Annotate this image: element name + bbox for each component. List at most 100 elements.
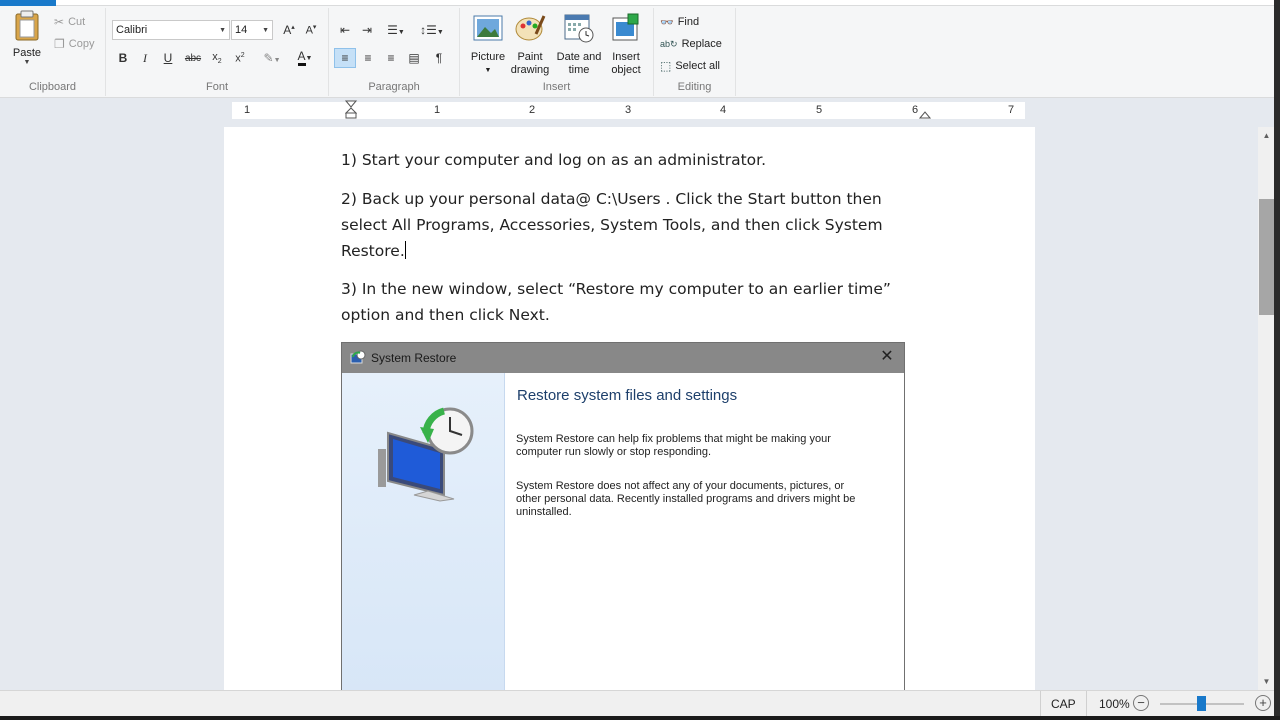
copy-button[interactable]: ❐ Copy <box>54 34 94 54</box>
align-left-button[interactable]: ≡ <box>334 48 356 68</box>
zoom-out-icon[interactable]: − <box>1133 695 1149 711</box>
dialog-description-1: System Restore can help fix problems tha… <box>516 433 831 458</box>
superscript-icon: x2 <box>235 51 245 65</box>
replace-button[interactable]: ab↻ Replace <box>660 34 722 54</box>
ruler-number: 7 <box>1008 104 1015 116</box>
superscript-button[interactable]: x2 <box>229 48 251 68</box>
window-edge <box>1274 0 1280 720</box>
status-divider <box>1086 691 1087 717</box>
date-time-label: Date and time <box>556 51 602 76</box>
strikethrough-button[interactable]: abc <box>182 48 204 68</box>
dialog-description-2: System Restore does not affect any of yo… <box>516 480 856 518</box>
paragraph-step-1[interactable]: 1) Start your computer and log on as an … <box>341 147 901 173</box>
dialog-side-panel <box>342 373 505 690</box>
left-indent-marker-icon[interactable] <box>345 100 357 120</box>
shrink-font-icon: A▾ <box>305 24 317 37</box>
right-indent-marker-icon[interactable] <box>919 110 931 120</box>
text-color-button[interactable]: A ▼ <box>290 48 320 68</box>
subscript-icon: x2 <box>212 50 222 66</box>
select-all-label: Select all <box>675 60 720 72</box>
align-center-icon: ≡ <box>364 51 372 65</box>
paragraph-step-2-text: 2) Back up your personal data@ C:\Users … <box>341 190 883 260</box>
ruler-number: 1 <box>244 104 251 116</box>
scrollbar-thumb[interactable] <box>1259 199 1274 315</box>
insert-object-button[interactable]: Insert object <box>602 10 650 82</box>
ruler-number: 6 <box>912 104 919 116</box>
ruler-number: 4 <box>720 104 727 116</box>
paste-dropdown-icon[interactable]: ▼ <box>6 59 48 66</box>
highlight-color-button[interactable]: ✎▼ <box>256 48 288 68</box>
increase-indent-icon: ⇥ <box>361 23 373 37</box>
paste-icon <box>15 10 39 41</box>
ribbon: Paste ▼ ✂ Cut ❐ Copy Clipboard Calibri ▼… <box>0 0 1274 98</box>
italic-button[interactable]: I <box>134 48 156 68</box>
dialog-titlebar: System Restore ✕ <box>342 343 904 373</box>
underline-button[interactable]: U <box>157 48 179 68</box>
clipboard-group-label: Clipboard <box>28 81 77 93</box>
italic-icon: I <box>143 50 147 65</box>
font-group: Calibri ▼ 14 ▼ A▴ A▾ B I U abc x2 x2 ✎▼ … <box>106 8 329 96</box>
paragraph-step-2[interactable]: 2) Back up your personal data@ C:\Users … <box>341 186 901 264</box>
select-all-button[interactable]: ⬚ Select all <box>660 56 720 76</box>
scroll-up-icon[interactable]: ▲ <box>1258 127 1275 144</box>
date-time-button[interactable]: Date and time <box>553 10 605 82</box>
grow-font-icon: A▴ <box>283 23 295 37</box>
bullets-button[interactable]: ☰▼ <box>381 20 411 40</box>
align-right-icon: ≡ <box>387 51 395 65</box>
ruler-number: 5 <box>816 104 823 116</box>
paint-drawing-button[interactable]: Paint drawing <box>505 10 555 82</box>
find-button[interactable]: 👓 Find <box>660 12 699 32</box>
tab-strip <box>0 0 1274 6</box>
ruler-number: 2 <box>529 104 536 116</box>
font-family-value: Calibri <box>116 24 148 36</box>
calendar-clock-icon <box>564 14 594 43</box>
scroll-down-icon[interactable]: ▼ <box>1258 673 1275 690</box>
zoom-slider-thumb[interactable] <box>1197 696 1206 711</box>
decrease-indent-button[interactable]: ⇤ <box>334 20 356 40</box>
vertical-scrollbar[interactable]: ▲ ▼ <box>1258 127 1275 690</box>
paragraph-group-label: Paragraph <box>368 81 420 93</box>
increase-indent-button[interactable]: ⇥ <box>356 20 378 40</box>
subscript-button[interactable]: x2 <box>206 48 228 68</box>
align-left-icon: ≡ <box>341 51 349 65</box>
text-cursor <box>404 241 406 259</box>
close-icon: ✕ <box>880 348 894 365</box>
paint-drawing-label: Paint drawing <box>510 51 550 76</box>
ruler[interactable]: 1 1 2 3 4 5 6 7 <box>222 100 1035 120</box>
select-all-icon: ⬚ <box>660 59 672 73</box>
paragraph-step-3[interactable]: 3) In the new window, select “Restore my… <box>341 276 901 328</box>
paragraph-group: ⇤ ⇥ ☰▼ ↕☰▼ ≡ ≡ ≡ ▤ ¶ Paragraph <box>329 8 460 96</box>
status-bar: CAP 100% − + <box>0 690 1274 717</box>
picture-icon <box>473 15 503 41</box>
paragraph-settings-button[interactable]: ¶ <box>428 48 450 68</box>
copy-icon: ❐ <box>54 37 65 51</box>
scissors-icon: ✂ <box>54 15 65 29</box>
document-page[interactable]: 1) Start your computer and log on as an … <box>224 127 1035 690</box>
justify-button[interactable]: ▤ <box>403 48 425 68</box>
chevron-down-icon: ▼ <box>219 26 226 34</box>
file-tab[interactable] <box>0 0 56 6</box>
strikethrough-icon: abc <box>184 52 202 64</box>
embedded-screenshot-system-restore[interactable]: System Restore ✕ Restore system files an… <box>341 342 905 690</box>
ruler-number: 1 <box>434 104 441 116</box>
system-restore-icon <box>350 350 366 364</box>
line-spacing-button[interactable]: ↕☰▼ <box>417 20 447 40</box>
grow-font-button[interactable]: A▴ <box>278 20 300 40</box>
paste-button[interactable]: Paste ▼ <box>6 10 48 76</box>
ruler-track: 1 1 2 3 4 5 6 7 <box>232 100 1025 120</box>
align-right-button[interactable]: ≡ <box>380 48 402 68</box>
editing-group: 👓 Find ab↻ Replace ⬚ Select all Editing <box>654 8 736 96</box>
font-size-value: 14 <box>235 24 248 36</box>
shrink-font-button[interactable]: A▾ <box>300 20 322 40</box>
bold-button[interactable]: B <box>112 48 134 68</box>
zoom-in-icon[interactable]: + <box>1255 695 1271 711</box>
copy-label: Copy <box>68 38 95 50</box>
font-size-select[interactable]: 14 ▼ <box>231 20 273 40</box>
replace-icon: ab↻ <box>660 38 678 49</box>
align-center-button[interactable]: ≡ <box>357 48 379 68</box>
cut-button[interactable]: ✂ Cut <box>54 12 85 32</box>
find-label: Find <box>677 16 700 28</box>
font-family-select[interactable]: Calibri ▼ <box>112 20 230 40</box>
replace-label: Replace <box>681 38 722 50</box>
paste-label: Paste <box>12 47 42 59</box>
